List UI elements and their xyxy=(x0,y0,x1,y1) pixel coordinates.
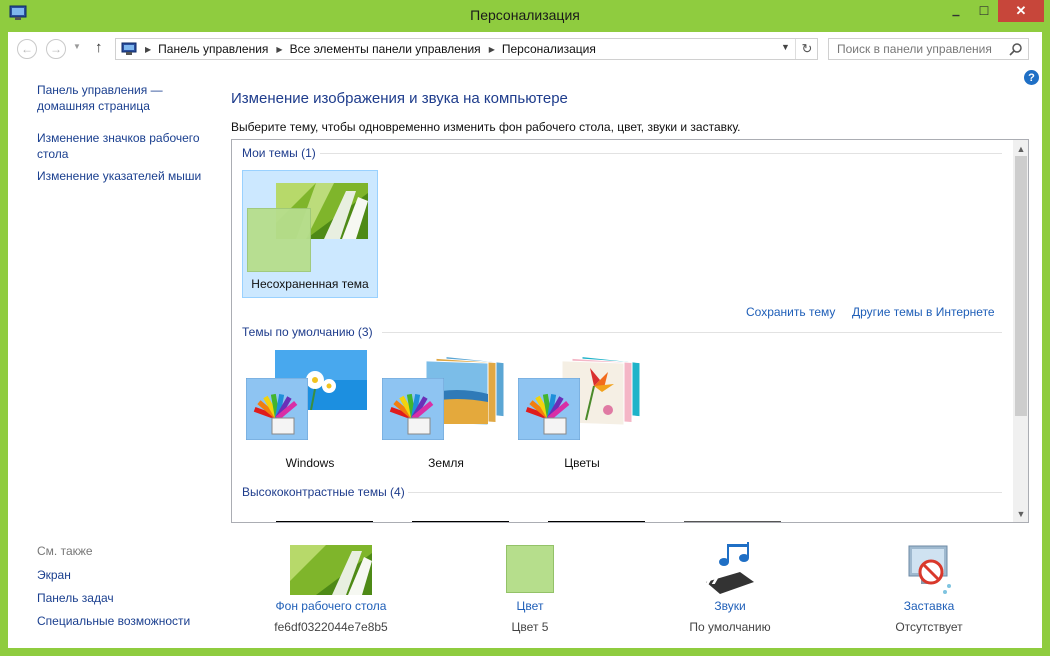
theme-label-windows: Windows xyxy=(285,456,335,470)
minimize-icon: ▁ xyxy=(952,5,960,16)
sounds-link[interactable]: Звуки xyxy=(650,599,810,613)
address-bar[interactable]: ▶ Панель управления ▶ Все элементы панел… xyxy=(115,38,818,60)
arrow-right-icon: → xyxy=(50,42,62,56)
chevron-right-icon[interactable]: ▶ xyxy=(489,45,495,54)
color-palette-icon xyxy=(518,378,580,440)
theme-label-earth: Земля xyxy=(428,456,464,470)
arrow-up-icon: ↑ xyxy=(95,39,103,56)
breadcrumb-personalization[interactable]: Персонализация xyxy=(502,42,596,56)
search-input[interactable] xyxy=(829,39,1004,59)
color-swatch-icon[interactable] xyxy=(506,545,554,593)
sidebar-link-mouse-pointers[interactable]: Изменение указателей мыши xyxy=(37,168,201,184)
window-title: Персонализация xyxy=(470,7,580,23)
theme-label-flowers: Цветы xyxy=(564,456,600,470)
sidebar-link-display[interactable]: Экран xyxy=(37,567,71,583)
theme-list-scrollbar[interactable]: ▲ ▼ xyxy=(1013,140,1028,522)
breadcrumb-control-panel[interactable]: Панель управления xyxy=(158,42,268,56)
high-contrast-thumbnail[interactable] xyxy=(684,521,781,522)
search-box[interactable] xyxy=(828,38,1029,60)
up-button[interactable]: ↑ xyxy=(95,39,103,56)
group-divider xyxy=(408,492,1002,493)
search-icon[interactable] xyxy=(1009,42,1023,56)
navigation-bar: ← → ▼ ↑ ▶ Панель управления ▶ Все элемен… xyxy=(8,32,1042,66)
theme-tile-windows[interactable]: Windows xyxy=(242,350,378,478)
scrollbar-thumb[interactable] xyxy=(1015,156,1027,416)
address-dropdown-icon[interactable]: ▼ xyxy=(781,42,790,52)
sidebar-link-home[interactable]: Панель управления — домашняя страница xyxy=(37,82,163,114)
sidebar-link-accessibility[interactable]: Специальные возможности xyxy=(37,613,190,629)
chevron-right-icon[interactable]: ▶ xyxy=(145,45,151,54)
theme-list[interactable]: Мои темы (1) Несохраненная тема Сохранит… xyxy=(231,139,1029,523)
group-title-my-themes: Мои темы (1) xyxy=(242,146,316,160)
scroll-up-icon[interactable]: ▲ xyxy=(1013,141,1028,156)
group-divider xyxy=(382,332,1002,333)
page-title: Изменение изображения и звука на компьют… xyxy=(231,90,568,107)
save-theme-link[interactable]: Сохранить тему xyxy=(746,305,835,319)
more-themes-online-link[interactable]: Другие темы в Интернете xyxy=(852,305,995,319)
sounds-value: По умолчанию xyxy=(689,620,771,634)
screensaver-link[interactable]: Заставка xyxy=(849,599,1009,613)
color-palette-icon xyxy=(246,378,308,440)
high-contrast-thumbnail[interactable] xyxy=(412,521,509,522)
screensaver-value: Отсутствует xyxy=(895,620,963,634)
control-panel-icon xyxy=(121,42,137,55)
sounds-icon[interactable] xyxy=(704,542,756,596)
high-contrast-thumbnail[interactable] xyxy=(548,521,645,522)
scroll-down-icon[interactable]: ▼ xyxy=(1013,506,1028,521)
desktop-background-value: fe6df0322044e7e8b5 xyxy=(274,620,388,634)
group-title-default-themes: Темы по умолчанию (3) xyxy=(242,325,373,339)
chevron-right-icon[interactable]: ▶ xyxy=(276,45,282,54)
forward-button[interactable]: → xyxy=(46,39,66,59)
page-description: Выберите тему, чтобы одновременно измени… xyxy=(231,120,741,134)
group-divider xyxy=(320,153,1002,154)
maximize-button[interactable]: ☐ xyxy=(970,0,998,22)
minimize-button[interactable]: ▁ xyxy=(942,0,970,22)
chevron-down-icon: ▼ xyxy=(73,42,81,51)
arrow-left-icon: ← xyxy=(21,42,33,56)
theme-tile-unsaved[interactable]: Несохраненная тема xyxy=(242,170,378,298)
sidebar-link-taskbar[interactable]: Панель задач xyxy=(37,590,114,606)
desktop-background-icon[interactable] xyxy=(290,545,372,595)
see-also-heading: См. также xyxy=(37,544,93,558)
personalization-window: Персонализация ▁ ☐ ✕ ← → ▼ ↑ ▶ Панель уп… xyxy=(0,0,1050,656)
maximize-icon: ☐ xyxy=(978,4,990,18)
screensaver-icon[interactable] xyxy=(905,542,955,596)
refresh-button[interactable]: ↻ xyxy=(795,39,818,59)
color-value: Цвет 5 xyxy=(511,620,549,634)
theme-label-unsaved: Несохраненная тема xyxy=(251,277,369,291)
high-contrast-thumbnail[interactable] xyxy=(276,521,373,522)
color-palette-icon xyxy=(382,378,444,440)
help-icon[interactable]: ? xyxy=(1024,70,1039,85)
desktop-background-link[interactable]: Фон рабочего стола xyxy=(251,599,411,613)
refresh-icon: ↻ xyxy=(801,41,813,56)
title-bar[interactable]: Персонализация ▁ ☐ ✕ xyxy=(0,0,1050,32)
close-icon: ✕ xyxy=(1015,3,1027,18)
client-area: ← → ▼ ↑ ▶ Панель управления ▶ Все элемен… xyxy=(8,32,1042,648)
recent-locations-button[interactable]: ▼ xyxy=(73,42,81,51)
color-swatch xyxy=(247,208,311,272)
back-button[interactable]: ← xyxy=(17,39,37,59)
breadcrumb-all-items[interactable]: Все элементы панели управления xyxy=(290,42,481,56)
sidebar-link-desktop-icons[interactable]: Изменение значков рабочего стола xyxy=(37,130,200,162)
color-link[interactable]: Цвет xyxy=(450,599,610,613)
group-title-high-contrast: Высококонтрастные темы (4) xyxy=(242,485,405,499)
theme-tile-flowers[interactable]: Цветы xyxy=(514,350,650,478)
close-button[interactable]: ✕ xyxy=(998,0,1044,22)
theme-tile-earth[interactable]: Земля xyxy=(378,350,514,478)
